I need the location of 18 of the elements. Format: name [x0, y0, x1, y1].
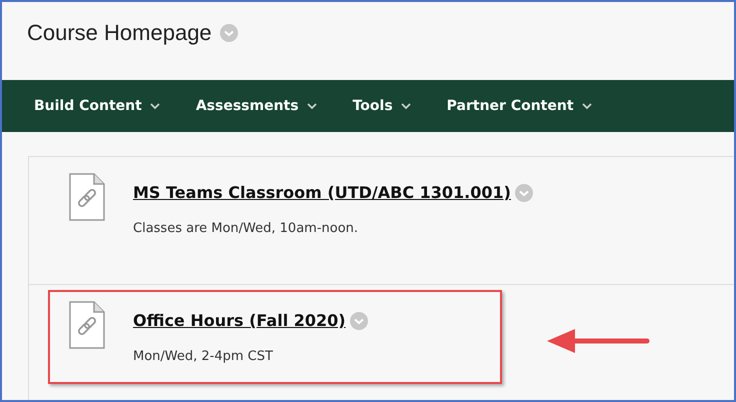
caret-icon: [306, 102, 317, 110]
caret-icon: [150, 102, 160, 110]
item-description: Classes are Mon/Wed, 10am-noon.: [133, 220, 360, 238]
item-menu-icon[interactable]: [350, 312, 368, 330]
toolbar-menu-button[interactable]: Tools: [352, 96, 411, 116]
content-item-link[interactable]: MS Teams Classroom (UTD/ABC 1301.001): [133, 181, 511, 205]
link-document-icon: [69, 301, 105, 349]
item-menu-icon[interactable]: [514, 184, 533, 202]
toolbar-menu-button[interactable]: Partner Content: [446, 96, 592, 116]
caret-icon: [582, 102, 592, 110]
title-menu-icon[interactable]: [220, 24, 238, 42]
page-title: Course Homepage: [27, 19, 212, 47]
toolbar-menu-button[interactable]: Assessments: [196, 96, 317, 116]
toolbar-menu-button[interactable]: Build Content: [34, 96, 160, 116]
item-description: Mon/Wed, 2-4pm CST: [133, 348, 274, 366]
link-document-icon: [69, 173, 105, 221]
content-item-link[interactable]: Office Hours (Fall 2020): [133, 309, 346, 333]
caret-icon: [400, 102, 411, 110]
